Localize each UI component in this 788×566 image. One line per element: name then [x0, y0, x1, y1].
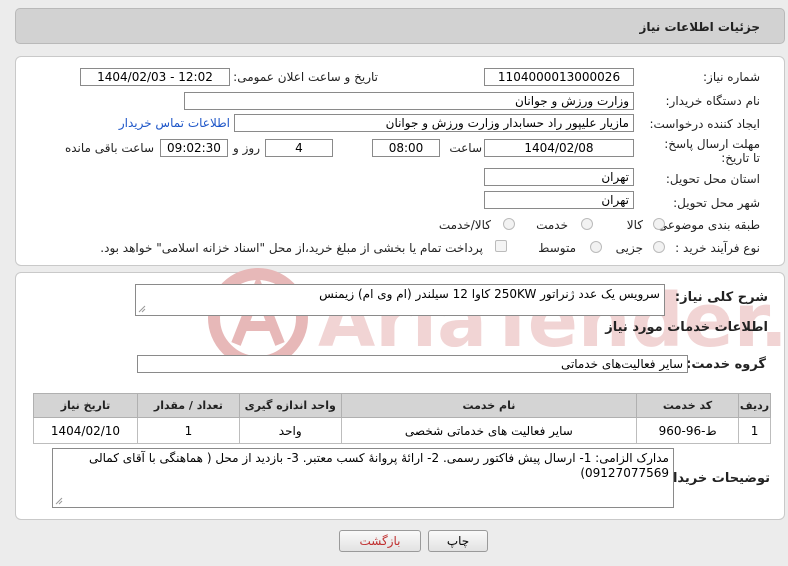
cell-row-number: 1: [738, 417, 771, 444]
summary-label: شرح کلی نیاز:: [674, 290, 768, 305]
page-header: جزئیات اطلاعات نیاز: [15, 8, 785, 44]
col-row-number: ردیف: [738, 393, 771, 418]
need-number-field[interactable]: 1104000013000026: [484, 68, 634, 86]
treasury-payment-note: پرداخت تمام یا بخشی از مبلغ خرید،از محل …: [100, 241, 483, 255]
deadline-time-label: ساعت: [449, 141, 482, 155]
announce-field[interactable]: 1404/02/03 - 12:02: [80, 68, 230, 86]
deadline-time-field[interactable]: 08:00: [372, 139, 440, 157]
remaining-label: ساعت باقی مانده: [64, 141, 154, 155]
process-medium-radio[interactable]: [590, 241, 602, 253]
summary-textarea[interactable]: سرویس یک عدد ژنراتور 250KW کاوا 12 سیلند…: [135, 284, 665, 316]
treasury-payment-checkbox[interactable]: [495, 240, 507, 252]
services-section-title: اطلاعات خدمات مورد نیاز: [605, 320, 768, 335]
announce-label: تاریخ و ساعت اعلان عمومی:: [233, 70, 378, 84]
back-button[interactable]: بازگشت: [339, 530, 421, 552]
province-field[interactable]: تهران: [484, 168, 634, 186]
summary-text: سرویس یک عدد ژنراتور 250KW کاوا 12 سیلند…: [319, 287, 660, 301]
category-label: طبقه بندی موضوعی:: [653, 218, 760, 232]
city-label: شهر محل تحویل:: [673, 196, 760, 210]
days-field[interactable]: 4: [265, 139, 333, 157]
buyer-notes-label: توضیحات خریدار:: [660, 471, 770, 486]
remaining-time-field[interactable]: 09:02:30: [160, 139, 228, 157]
process-minor-label: جزیی: [615, 241, 643, 255]
cell-need-date: 1404/02/10: [33, 417, 138, 444]
need-number-label: شماره نیاز:: [703, 70, 760, 84]
resize-grip-icon[interactable]: [55, 497, 63, 505]
services-table: ردیف کد خدمت نام خدمت واحد اندازه گیری ت…: [33, 393, 771, 444]
table-row[interactable]: 1 ط-96-960 سایر فعالیت های خدماتی شخصی و…: [33, 417, 771, 444]
table-header-row: ردیف کد خدمت نام خدمت واحد اندازه گیری ت…: [33, 393, 771, 418]
category-both-label: کالا/خدمت: [438, 218, 491, 232]
resize-grip-icon[interactable]: [138, 305, 146, 313]
contact-info-link[interactable]: اطلاعات تماس خریدار: [119, 116, 230, 130]
col-service-name: نام خدمت: [340, 393, 638, 418]
creator-label: ایجاد کننده درخواست:: [649, 117, 760, 131]
days-label: روز و: [233, 141, 260, 155]
col-service-code: کد خدمت: [636, 393, 740, 418]
buyer-org-field[interactable]: وزارت ورزش و جوانان: [184, 92, 634, 110]
page-title: جزئیات اطلاعات نیاز: [639, 20, 760, 34]
category-goods-label: کالا: [626, 218, 643, 232]
col-need-date: تاریخ نیاز: [33, 393, 138, 418]
category-goods-radio[interactable]: [653, 218, 665, 230]
col-quantity: تعداد / مقدار: [136, 393, 240, 418]
buyer-org-label: نام دستگاه خریدار:: [665, 94, 761, 108]
deadline-label: مهلت ارسال پاسخ: تا تاریخ:: [664, 137, 760, 165]
service-group-field[interactable]: سایر فعالیت‌های خدماتی: [137, 355, 688, 373]
process-label: نوع فرآیند خرید :: [675, 241, 760, 255]
cell-service-code: ط-96-960: [636, 417, 740, 444]
category-both-radio[interactable]: [503, 218, 515, 230]
cell-quantity: 1: [136, 417, 240, 444]
category-service-radio[interactable]: [581, 218, 593, 230]
city-field[interactable]: تهران: [484, 191, 634, 209]
province-label: استان محل تحویل:: [665, 172, 760, 186]
process-medium-label: متوسط: [538, 241, 576, 255]
category-service-label: خدمت: [536, 218, 568, 232]
col-unit: واحد اندازه گیری: [238, 393, 342, 418]
deadline-date-field[interactable]: 1404/02/08: [484, 139, 634, 157]
print-button[interactable]: چاپ: [428, 530, 488, 552]
cell-service-name: سایر فعالیت های خدماتی شخصی: [340, 417, 638, 444]
buyer-notes-text: مدارک الزامی: 1- ارسال پیش فاکتور رسمی. …: [88, 451, 669, 480]
buyer-notes-textarea[interactable]: مدارک الزامی: 1- ارسال پیش فاکتور رسمی. …: [52, 448, 674, 508]
creator-field[interactable]: مازیار علیپور راد حسابدار وزارت ورزش و ج…: [234, 114, 634, 132]
cell-unit: واحد: [238, 417, 342, 444]
process-minor-radio[interactable]: [653, 241, 665, 253]
service-group-label: گروه خدمت:: [686, 357, 766, 372]
